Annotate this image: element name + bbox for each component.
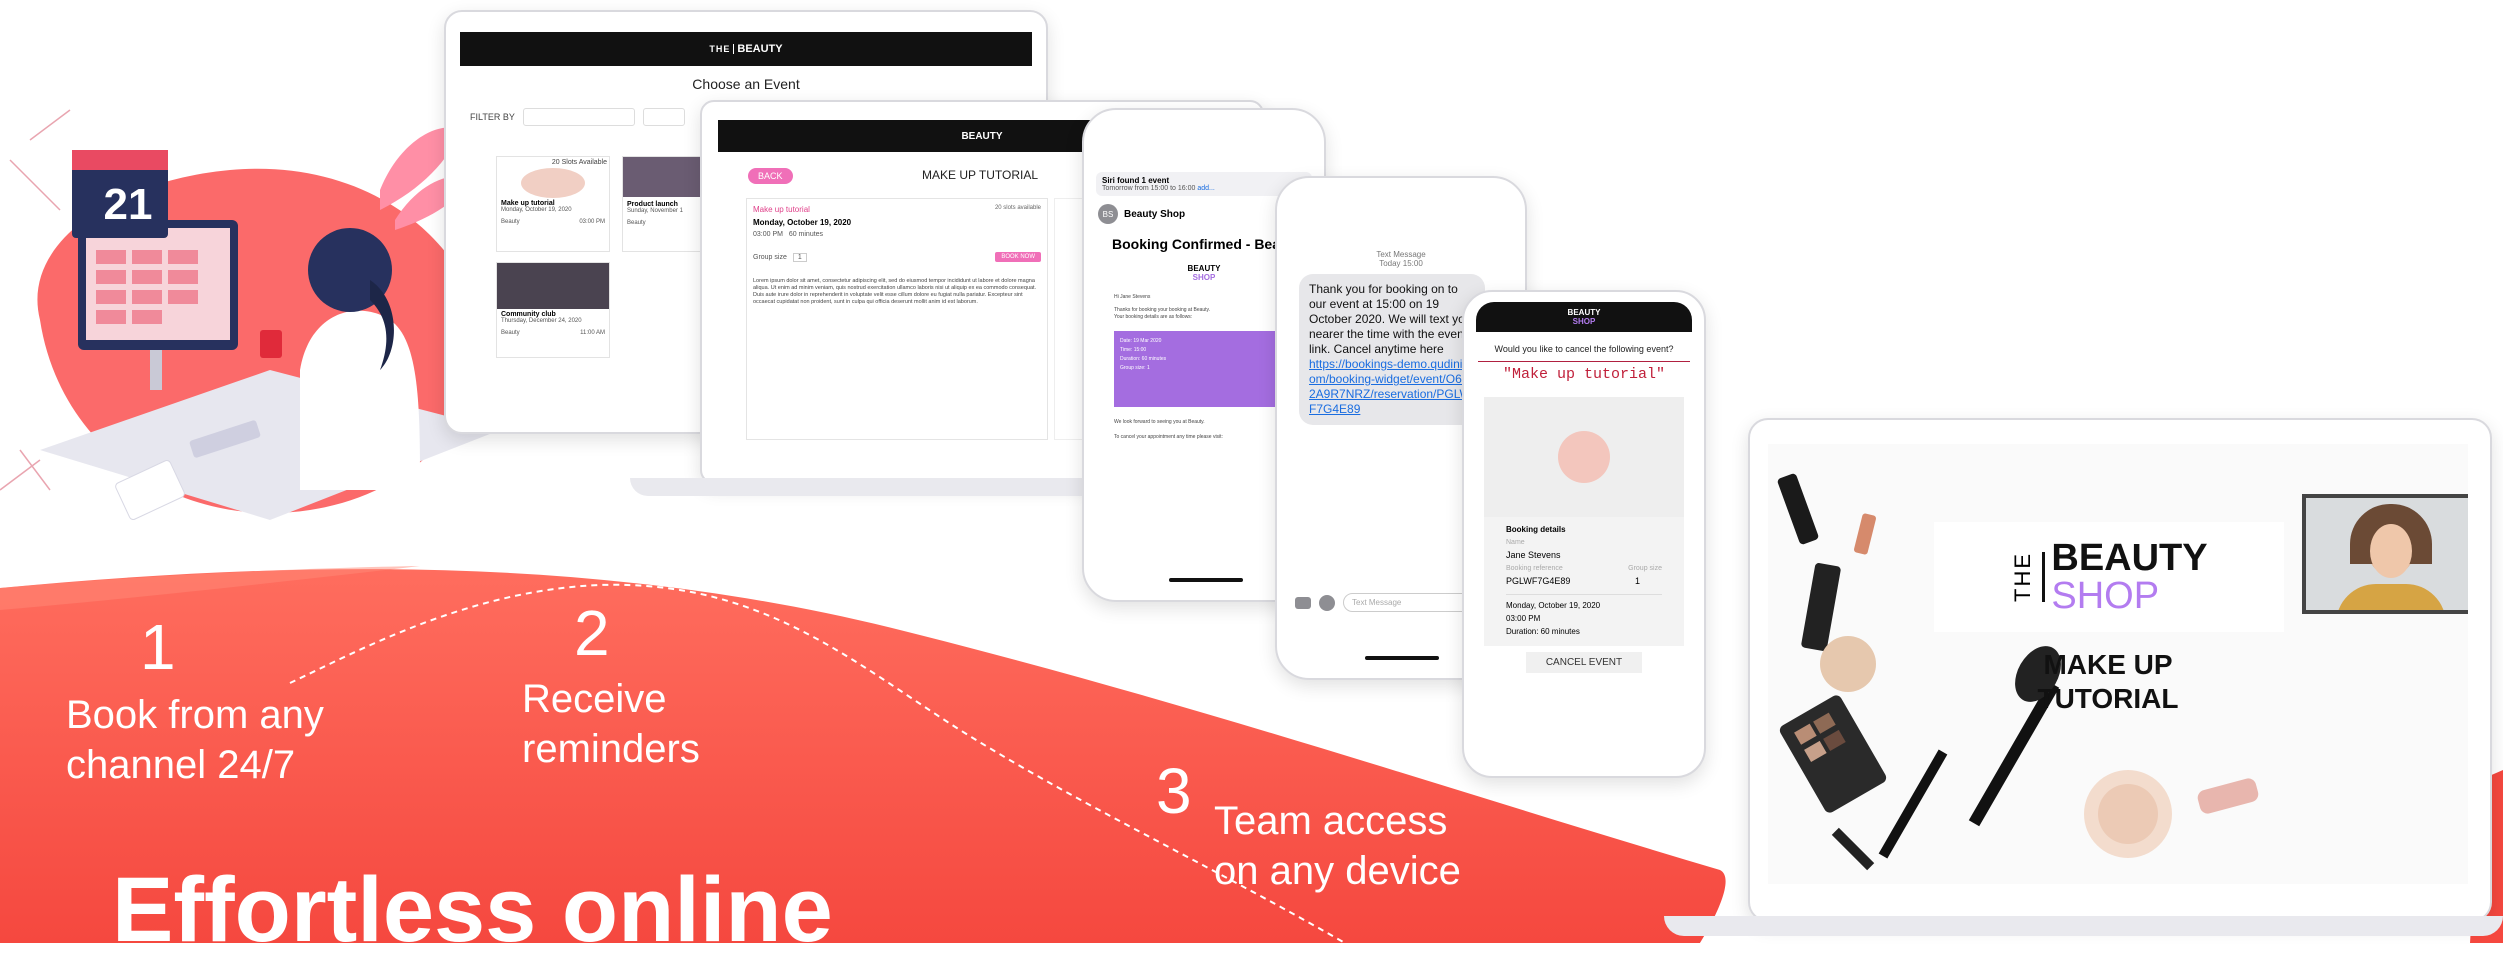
step-1-text: Book from any channel 24/7 [66,690,324,790]
event-duration: Duration: 60 minutes [1506,627,1580,636]
group-size: 1 [1634,576,1640,586]
video-frame: THE BEAUTY SHOP MAKE UP TUTORIAL [1768,444,2468,884]
step-1-number: 1 [140,611,176,683]
filter-label: FILTER BY [470,112,515,122]
slots-badge: 20 Slots Available [551,159,607,166]
event-date: Monday, October 19, 2020 [1506,601,1601,610]
video-title: MAKE UP TUTORIAL [2008,648,2208,716]
cancel-event-button[interactable]: CANCEL EVENT [1525,652,1643,673]
divider [1478,361,1690,362]
event-time: 03:00 PM [1506,614,1541,623]
siri-subtitle: Tomorrow from 15:00 to 16:00 [1102,185,1196,192]
step-1-line1: Book from any [66,693,324,737]
step-3-number: 3 [1156,755,1192,827]
group-size-label: Group size [753,253,787,261]
event-description: Lorem ipsum dolor sit amet, consectetur … [753,278,1037,305]
email-thanks: Thanks for booking your booking at Beaut… [1114,307,1211,313]
book-now-button[interactable]: BOOK NOW [995,252,1041,262]
presenter-video-thumbnail[interactable] [2302,494,2468,614]
cancel-event-name: "Make up tutorial" [1502,366,1666,383]
slots-available: 20 slots available [994,205,1041,211]
laptop-base [1664,916,2503,936]
logo-beauty: BEAUTY [2051,537,2208,579]
event-card[interactable]: Community club Thursday, December 24, 20… [496,262,610,358]
brand-header: BEAUTY SHOP [1476,302,1692,332]
sms-meta-type: Text Message [1376,250,1426,259]
customer-name: Jane Stevens [1506,550,1561,560]
booking-reference: PGLWF7G4E89 [1506,576,1571,586]
booking-details-panel: Booking details Name Jane Stevens Bookin… [1484,517,1684,646]
sender-name: Beauty Shop [1124,208,1186,220]
person-at-desk-illustration [0,109,500,520]
event-image [497,263,609,309]
calendar-day: 21 [103,180,153,229]
event-tag: Beauty [501,330,520,336]
camera-icon[interactable] [1295,596,1311,609]
logo-beauty: BEAUTY [1567,308,1601,317]
page-title: Choose an Event [692,76,800,92]
step-1-line2: channel 24/7 [66,743,296,787]
email-greeting: Hi Jane Stevens [1114,294,1151,300]
sms-message: Thank you for booking on to our event at… [1309,282,1472,356]
name-label: Name [1506,539,1525,546]
event-time: 11:00 AM [580,330,605,336]
logo-beauty: BEAUTY [961,130,1003,142]
appstore-icon[interactable] [1319,594,1335,611]
logo-shop: SHOP [1192,273,1216,282]
group-label: Group size [1628,565,1662,572]
sender-avatar: BS [1098,204,1118,224]
filter-select-2[interactable] [642,108,685,126]
email-details-line: Your booking details are as follows: [1114,314,1193,320]
event-image [1484,397,1684,517]
event-name: Make up tutorial [501,200,555,207]
step-2-number: 2 [574,597,610,669]
event-image [521,168,585,198]
event-card[interactable]: 20 Slots Available Make up tutorial Mond… [496,156,610,252]
home-indicator [1169,578,1243,582]
laptop-video-call: THE BEAUTY SHOP MAKE UP TUTORIAL [1748,418,2492,922]
logo-the: THE [709,44,735,54]
step-3-text: Team access on any device [1214,796,1461,896]
cancel-question: Would you like to cancel the following e… [1494,344,1674,354]
event-tag: Beauty [501,219,520,225]
email-footer-cancel: To cancel your appointment any time plea… [1114,434,1223,440]
video-title-card: THE BEAUTY SHOP [1934,522,2284,632]
event-name: Community club [501,311,556,318]
logo-shop: SHOP [2051,575,2160,617]
title-line2: TUTORIAL [2037,683,2179,714]
siri-title: Siri found 1 event [1102,176,1170,185]
sms-meta-time: Today 15:00 [1379,259,1423,268]
logo-beauty: BEAUTY [1187,264,1221,273]
logo-the: THE [2010,552,2046,602]
logo-shop: SHOP [1572,317,1596,326]
brand-header: THE BEAUTY [460,32,1032,66]
event-date: Monday, October 19, 2020 [753,218,852,227]
back-button[interactable]: BACK [748,168,793,184]
details-heading: Booking details [1506,525,1566,534]
email-footer: We look forward to seeing you at Beauty. [1114,419,1205,425]
event-duration: 60 minutes [788,231,824,238]
group-size-input[interactable]: 1 [792,252,807,262]
siri-add-link[interactable]: add... [1197,185,1215,192]
message-input[interactable]: Text Message [1343,593,1481,612]
title-line1: MAKE UP [2043,649,2173,680]
step-3-line1: Team access [1214,799,1448,843]
step-2-line2: reminders [522,727,700,771]
logo-beauty: BEAUTY [737,43,783,55]
home-indicator [1365,656,1439,660]
ref-label: Booking reference [1506,565,1563,572]
event-time: 03:00 PM [753,231,783,238]
event-title: MAKE UP TUTORIAL [922,168,1039,182]
step-2-line1: Receive [522,677,667,721]
sms-bubble: Thank you for booking on to our event at… [1299,274,1485,425]
filter-select[interactable] [522,108,635,126]
event-panel: Make up tutorial 20 slots available Mond… [746,198,1048,440]
step-3-line2: on any device [1214,849,1461,893]
event-time: 03:00 PM [579,219,605,225]
step-2-text: Receive reminders [522,674,700,774]
phone-cancel-event: BEAUTY SHOP Would you like to cancel the… [1462,290,1706,778]
sms-link[interactable]: https://bookings-demo.qudini.com/booking… [1309,357,1475,417]
headline: Effortless online [112,859,833,961]
